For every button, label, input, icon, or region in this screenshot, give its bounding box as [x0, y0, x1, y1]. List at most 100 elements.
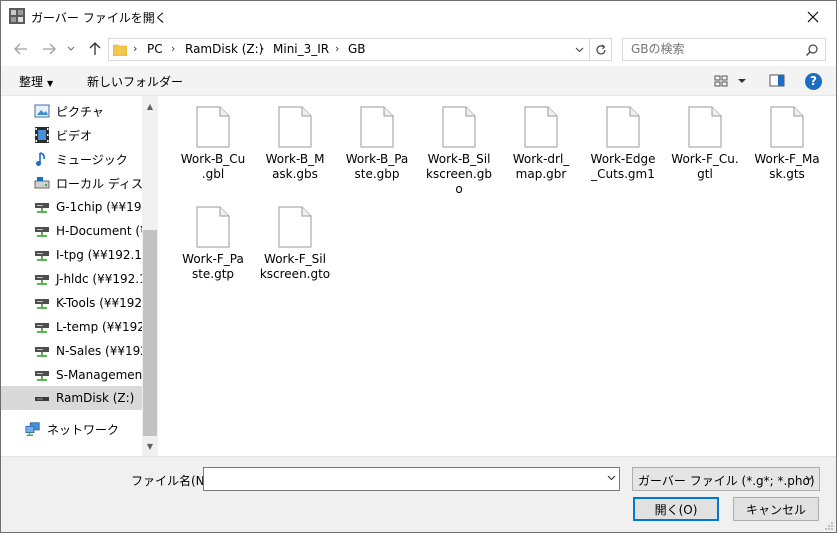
scroll-up-icon[interactable]: ▲	[142, 98, 158, 114]
back-arrow-icon	[14, 43, 27, 55]
sidebar-item-label: H-Document (¥¥	[56, 224, 143, 238]
file-name: Work-B_Sil kscreen.gb o	[426, 152, 492, 196]
file-item[interactable]: Work-Edge _Cuts.gm1	[583, 96, 663, 192]
local-disk-icon	[34, 175, 50, 191]
sidebar-item-n-sales[interactable]: N-Sales (¥¥192.1	[1, 339, 143, 363]
breadcrumb-separator: ›	[133, 42, 138, 55]
forward-arrow-icon	[43, 43, 56, 55]
document-icon	[360, 106, 394, 148]
sidebar-item-local-disk[interactable]: ローカル ディスク (C	[1, 171, 143, 195]
file-item[interactable]: Work-F_Sil kscreen.gto	[255, 196, 335, 292]
window-title: ガーバー ファイルを開く	[31, 11, 167, 25]
file-name: Work-drl_ map.gbr	[512, 152, 570, 181]
sidebar-item-label: ビデオ	[56, 128, 93, 143]
address-bar[interactable]: › PC › RamDisk (Z:) › Mini_3_IR › GB	[108, 38, 612, 61]
file-item[interactable]: Work-B_Cu .gbl	[173, 96, 253, 192]
file-name: Work-B_Pa ste.gbp	[345, 152, 409, 181]
sidebar-item-label: J-hldc (¥¥192.168	[56, 272, 143, 286]
breadcrumb-mini3ir[interactable]: Mini_3_IR	[273, 42, 329, 56]
sidebar-scrollbar[interactable]: ▲ ▼	[142, 96, 158, 456]
file-item[interactable]: Work-drl_ map.gbr	[501, 96, 581, 192]
file-name: Work-F_Sil kscreen.gto	[259, 252, 331, 281]
title-bar: ガーバー ファイルを開く	[1, 1, 836, 32]
scrollbar-thumb[interactable]	[143, 230, 157, 436]
network-drive-icon	[34, 367, 50, 383]
chevron-down-icon	[805, 473, 814, 484]
sidebar-item-k-tools[interactable]: K-Tools (¥¥192.1(	[1, 291, 143, 315]
new-folder-button[interactable]: 新しいフォルダー	[87, 73, 183, 90]
document-icon	[196, 106, 230, 148]
scroll-down-icon[interactable]: ▼	[142, 438, 158, 454]
app-icon	[9, 8, 25, 24]
command-bar: 整理 ▼ 新しいフォルダー ?	[1, 66, 836, 96]
view-options-button[interactable]	[737, 72, 749, 90]
navigation-pane: ピクチャ ビデオ ミュージック ローカル ディスク (C G-1chip (¥¥…	[1, 96, 158, 456]
sidebar-item-label: ローカル ディスク (C	[56, 176, 143, 191]
breadcrumb-ramdisk[interactable]: RamDisk (Z:)	[185, 42, 263, 56]
file-item[interactable]: Work-F_Cu. gtl	[665, 96, 745, 192]
filename-label: ファイル名(N):	[131, 474, 214, 488]
organize-menu[interactable]: 整理 ▼	[19, 73, 53, 90]
sidebar-item-s-management[interactable]: S-Management (	[1, 363, 143, 387]
network-drive-icon	[34, 295, 50, 311]
folder-icon	[112, 43, 128, 57]
sidebar-item-pictures[interactable]: ピクチャ	[1, 99, 143, 123]
address-history-button[interactable]	[572, 43, 586, 57]
file-name: Work-B_M ask.gbs	[265, 152, 325, 181]
breadcrumb-separator: ›	[335, 42, 340, 55]
network-drive-icon	[34, 199, 50, 215]
document-icon	[688, 106, 722, 148]
change-view-button[interactable]	[713, 72, 731, 90]
breadcrumb-pc[interactable]: PC	[147, 42, 163, 56]
document-icon	[442, 106, 476, 148]
file-item[interactable]: Work-F_Pa ste.gtp	[173, 196, 253, 292]
sidebar-item-network[interactable]: ネットワーク	[1, 417, 143, 441]
up-arrow-icon	[89, 42, 101, 55]
close-icon	[807, 11, 819, 22]
up-button[interactable]	[85, 39, 105, 59]
caret-down-icon: ▼	[47, 79, 54, 88]
open-button[interactable]: 開く(O)	[633, 497, 719, 521]
search-icon[interactable]	[805, 43, 819, 57]
organize-label: 整理	[19, 75, 44, 89]
file-name: Work-F_Ma sk.gts	[754, 152, 820, 181]
file-type-select[interactable]: ガーバー ファイル (*.g*; *.pho)	[632, 467, 820, 491]
sidebar-item-label: I-tpg (¥¥192.168.	[56, 248, 143, 262]
sidebar-item-videos[interactable]: ビデオ	[1, 123, 143, 147]
forward-button[interactable]	[39, 39, 59, 59]
back-button[interactable]	[11, 39, 31, 59]
file-item[interactable]: Work-B_Sil kscreen.gb o	[419, 96, 499, 196]
sidebar-item-ramdisk[interactable]: RamDisk (Z:)	[1, 386, 143, 410]
refresh-button[interactable]	[589, 39, 611, 60]
refresh-icon	[595, 44, 606, 54]
sidebar-item-music[interactable]: ミュージック	[1, 147, 143, 171]
sidebar-item-i-tpg[interactable]: I-tpg (¥¥192.168.	[1, 243, 143, 267]
breadcrumb-gb[interactable]: GB	[348, 42, 366, 56]
help-icon[interactable]: ?	[805, 73, 822, 90]
document-icon	[196, 206, 230, 248]
close-button[interactable]	[790, 1, 836, 32]
sidebar-item-j-hldc[interactable]: J-hldc (¥¥192.168	[1, 267, 143, 291]
chevron-down-icon	[67, 46, 75, 51]
file-item[interactable]: Work-B_M ask.gbs	[255, 96, 335, 192]
sidebar-item-l-temp[interactable]: L-temp (¥¥192.16	[1, 315, 143, 339]
search-input[interactable]	[631, 42, 791, 56]
breadcrumb-separator: ›	[260, 42, 265, 55]
search-box[interactable]	[622, 38, 826, 61]
filename-combobox[interactable]	[203, 467, 620, 491]
recent-locations-button[interactable]	[64, 39, 78, 59]
file-item[interactable]: Work-B_Pa ste.gbp	[337, 96, 417, 192]
sidebar-item-h-document[interactable]: H-Document (¥¥	[1, 219, 143, 243]
sidebar-item-g-1chip[interactable]: G-1chip (¥¥192.1	[1, 195, 143, 219]
file-name: Work-Edge _Cuts.gm1	[590, 152, 656, 181]
bottom-panel: ファイル名(N): ガーバー ファイル (*.g*; *.pho) 開く(O) …	[1, 456, 836, 532]
preview-pane-button[interactable]	[768, 72, 786, 90]
sidebar-item-label: S-Management (	[56, 368, 143, 382]
file-item[interactable]: Work-F_Ma sk.gts	[747, 96, 827, 192]
cancel-button[interactable]: キャンセル	[733, 497, 819, 521]
chevron-down-icon[interactable]	[607, 473, 616, 484]
document-icon	[278, 106, 312, 148]
resize-grip-icon[interactable]	[824, 520, 834, 530]
caret-down-icon	[738, 79, 746, 83]
view-grid-icon	[714, 75, 728, 87]
